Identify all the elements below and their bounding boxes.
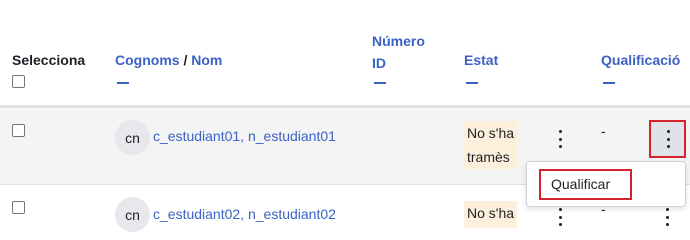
row-actions-icon[interactable] xyxy=(554,130,566,148)
status-badge: No s'ha xyxy=(464,201,518,228)
status-line2: tramès xyxy=(467,149,510,165)
id-header-line1: Número xyxy=(372,33,425,49)
student-name-link[interactable]: c_estudiant01, n_estudiant01 xyxy=(153,128,336,144)
status-badge: No s'ha tramès xyxy=(464,121,518,169)
avatar: cn xyxy=(115,120,150,155)
grade-menu-item[interactable]: Qualificar xyxy=(539,169,632,200)
row-select-checkbox[interactable] xyxy=(12,124,25,137)
id-column-header[interactable]: Número ID xyxy=(372,30,425,74)
status-line1: No s'ha xyxy=(467,125,515,141)
select-all-checkbox[interactable] xyxy=(12,75,25,88)
grade-context-menu: Qualificar xyxy=(526,161,686,207)
sort-by-grade-link[interactable]: Qualificació xyxy=(601,52,680,68)
student-name-link[interactable]: c_estudiant02, n_estudiant02 xyxy=(153,206,336,222)
avatar: cn xyxy=(115,197,150,232)
grade-actions-icon[interactable] xyxy=(661,208,673,226)
sort-by-surname-link[interactable]: Cognoms xyxy=(115,52,180,68)
collapse-status-column-icon[interactable] xyxy=(466,82,478,84)
row-actions-icon[interactable] xyxy=(554,208,566,226)
name-column-header: Cognoms / Nom xyxy=(115,52,222,68)
grade-actions-button[interactable] xyxy=(649,120,686,158)
status-column-header[interactable]: Estat xyxy=(464,52,498,68)
collapse-name-column-icon[interactable] xyxy=(117,82,129,84)
kebab-menu-icon xyxy=(662,130,674,148)
grade-value: - xyxy=(601,123,606,139)
collapse-grade-column-icon[interactable] xyxy=(603,82,615,84)
grade-column-header[interactable]: Qualificació xyxy=(601,52,680,68)
sort-by-status-link[interactable]: Estat xyxy=(464,52,498,68)
sort-by-firstname-link[interactable]: Nom xyxy=(191,52,222,68)
id-header-line2: ID xyxy=(372,55,386,71)
header-separator: / xyxy=(183,52,188,68)
row-select-checkbox[interactable] xyxy=(12,201,25,214)
collapse-id-column-icon[interactable] xyxy=(374,82,386,84)
select-column-header: Selecciona xyxy=(12,52,86,68)
sort-by-id-link[interactable]: Número ID xyxy=(372,33,425,71)
status-line1: No s'ha xyxy=(467,205,515,221)
